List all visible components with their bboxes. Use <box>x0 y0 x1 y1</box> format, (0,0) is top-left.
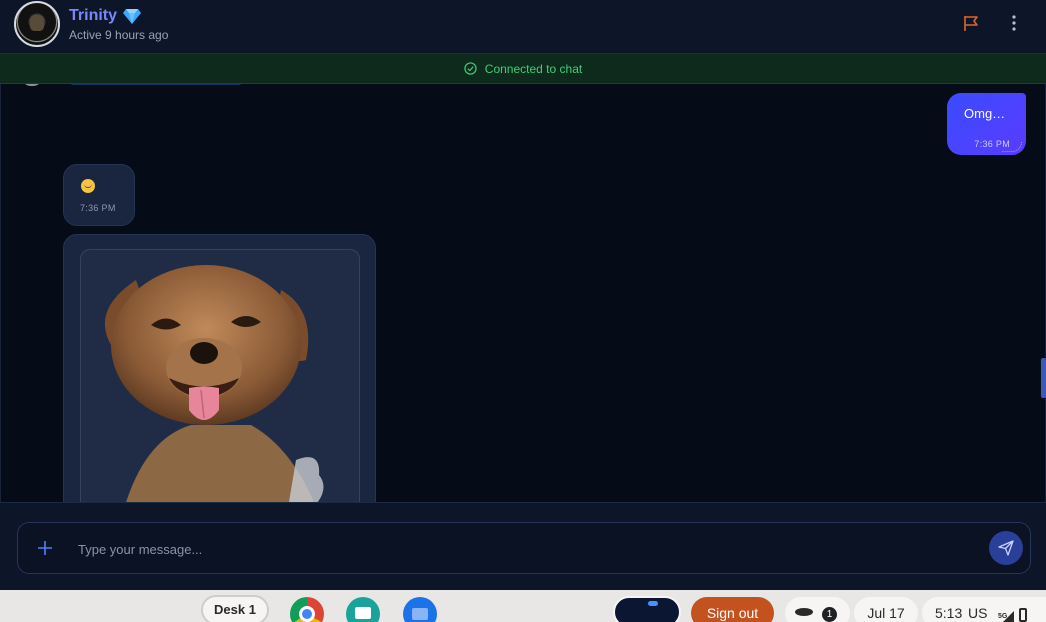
message-input[interactable] <box>78 535 968 563</box>
diamond-icon <box>123 9 141 24</box>
date-tray[interactable]: Jul 17 <box>854 597 918 622</box>
os-shelf: Desk 1 Sign out 1 Jul 17 5:13 US 5G <box>0 590 1046 622</box>
check-circle-icon <box>464 62 477 75</box>
sign-out-button[interactable]: Sign out <box>691 597 774 622</box>
message-text: Omg… <box>964 106 1006 121</box>
input-method: US <box>968 605 988 621</box>
notification-icon <box>795 608 813 616</box>
pleading-face-emoji-icon <box>81 179 95 193</box>
incoming-image-message[interactable] <box>63 234 376 502</box>
message-time: 7:36 PM <box>80 203 116 213</box>
user-avatar-pod[interactable] <box>613 596 681 622</box>
app-icon[interactable] <box>346 597 380 622</box>
chat-header: Trinity Active 9 hours ago <box>0 0 1046 54</box>
clock-time: 5:13 <box>935 605 963 621</box>
files-icon[interactable] <box>403 597 437 622</box>
scrollbar-thumb[interactable] <box>1041 358 1046 398</box>
status-tray[interactable]: 5:13 US 5G <box>922 597 1046 622</box>
bubble-decoration <box>1002 142 1022 152</box>
message-list[interactable]: Omg… 7:36 PM 7:36 PM <box>0 84 1046 502</box>
chrome-icon[interactable] <box>290 597 324 622</box>
send-icon <box>998 540 1014 556</box>
contact-avatar[interactable] <box>14 1 60 47</box>
plus-icon[interactable] <box>36 539 54 557</box>
more-vert-icon[interactable] <box>1005 14 1023 32</box>
battery-icon <box>1019 608 1027 622</box>
notification-tray[interactable]: 1 <box>785 597 850 622</box>
message-composer <box>17 522 1031 574</box>
desk-button[interactable]: Desk 1 <box>201 595 269 622</box>
connection-status-text: Connected to chat <box>484 61 583 76</box>
outgoing-message[interactable]: Omg… 7:36 PM <box>947 93 1026 155</box>
dog-image-icon <box>104 265 324 502</box>
notification-count: 1 <box>822 607 837 622</box>
partial-avatar <box>21 84 43 86</box>
send-button[interactable] <box>989 531 1023 565</box>
partial-message <box>71 84 241 85</box>
contact-name[interactable]: Trinity <box>69 7 117 25</box>
composer-area <box>0 502 1046 590</box>
dog-sticker-image[interactable] <box>80 249 360 502</box>
flag-icon[interactable] <box>962 14 980 32</box>
contact-status: Active 9 hours ago <box>69 28 169 42</box>
incoming-message[interactable]: 7:36 PM <box>63 164 135 226</box>
connection-banner: Connected to chat <box>0 54 1046 84</box>
signal-icon <box>1002 611 1014 622</box>
